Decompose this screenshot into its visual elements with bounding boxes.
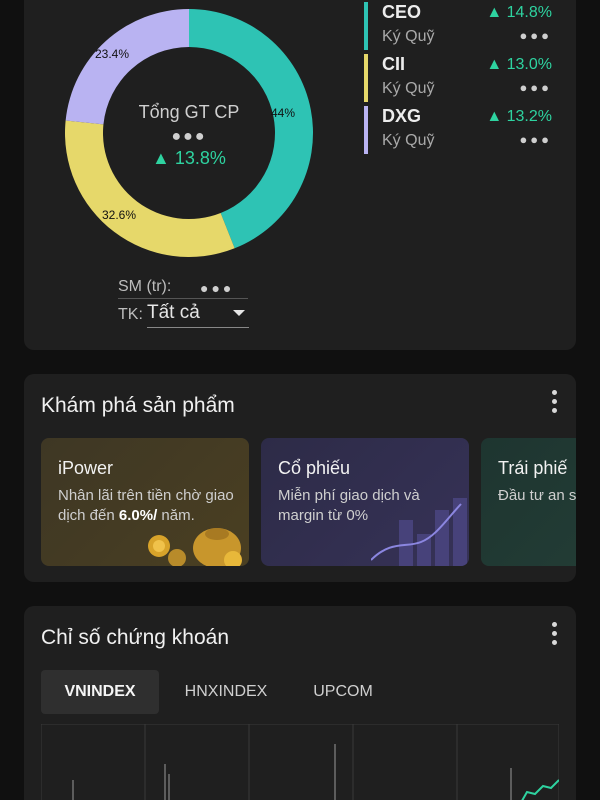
more-options-icon[interactable]: [552, 390, 558, 417]
stock-change: ▲ 14.8%: [486, 4, 552, 22]
stock-change: ▲ 13.0%: [486, 56, 552, 74]
product-card-ipower[interactable]: iPower Nhân lãi trên tiền chờ giao dịch …: [41, 438, 249, 566]
chevron-down-icon: [233, 310, 245, 316]
stock-change-value: 13.0%: [506, 56, 552, 73]
tab-hnxindex[interactable]: HNXINDEX: [167, 670, 285, 714]
growth-chart-icon: [371, 498, 467, 566]
stock-value-masked: ●●●: [519, 80, 552, 95]
tab-vnindex[interactable]: VNINDEX: [41, 670, 159, 714]
product-card-stock[interactable]: Cổ phiếu Miễn phí giao dịch và margin từ…: [261, 438, 469, 566]
tab-upcom[interactable]: UPCOM: [293, 670, 393, 714]
stock-row-ceo[interactable]: CEO Ký Quỹ ▲ 14.8% ●●●: [364, 2, 560, 50]
stock-code: CEO: [382, 2, 422, 22]
stock-row-cii[interactable]: CII Ký Quỹ ▲ 13.0% ●●●: [364, 54, 560, 102]
donut-label-1: 32.6%: [102, 208, 137, 222]
stock-margin-label: Ký Quỹ: [382, 80, 435, 97]
more-options-icon[interactable]: [552, 622, 558, 649]
market-index-card: Chỉ số chứng khoán VNINDEX HNXINDEX UPCO…: [24, 606, 576, 800]
product-desc: Đầu tư an sống an nh: [498, 487, 576, 504]
coins-icon: [148, 528, 242, 566]
chart-frame: [41, 724, 559, 800]
stock-change-value: 14.8%: [506, 4, 552, 21]
tk-label: TK:: [118, 306, 143, 323]
products-card: Khám phá sản phẩm iPower Nhân lãi trên t…: [24, 374, 576, 582]
market-index-title: Chỉ số chứng khoán: [41, 626, 230, 649]
sm-label: SM (tr):: [118, 278, 172, 295]
sm-divider: [118, 298, 248, 299]
arrow-up-icon: ▲: [152, 148, 170, 168]
stock-margin-label: Ký Quỹ: [382, 28, 435, 45]
stock-change-value: 13.2%: [506, 108, 552, 125]
product-card-bond[interactable]: Trái phiế Đầu tư an sống an nh: [481, 438, 576, 566]
product-title: iPower: [58, 458, 114, 478]
total-stock-value-title: Tổng GT CP: [138, 102, 240, 122]
account-select[interactable]: Tất cả: [147, 302, 249, 328]
donut-label-2: 23.4%: [95, 47, 130, 61]
total-stock-change-value: 13.8%: [174, 148, 226, 168]
sm-value-masked: ●●●: [200, 280, 235, 296]
stock-change: ▲ 13.2%: [486, 108, 552, 126]
stock-row-dxg[interactable]: DXG Ký Quỹ ▲ 13.2% ●●●: [364, 106, 560, 154]
arrow-up-icon: ▲: [486, 4, 507, 21]
product-title: Cổ phiếu: [278, 458, 351, 478]
product-title: Trái phiế: [498, 458, 568, 478]
stock-code: DXG: [382, 106, 422, 126]
total-stock-change: ▲ 13.8%: [99, 148, 279, 169]
stock-code: CII: [382, 54, 406, 74]
account-select-value: Tất cả: [147, 302, 200, 323]
stock-value-masked: ●●●: [519, 28, 552, 43]
stock-value-masked: ●●●: [519, 132, 552, 147]
total-stock-value-masked: ●●●: [171, 128, 207, 145]
products-title: Khám phá sản phẩm: [41, 394, 235, 417]
arrow-up-icon: ▲: [486, 108, 507, 125]
stock-margin-label: Ký Quỹ: [382, 132, 435, 149]
index-mini-chart[interactable]: [41, 724, 559, 800]
arrow-up-icon: ▲: [486, 56, 507, 73]
portfolio-card: 44% 32.6% 23.4% Tổng GT CP ●●● ▲ 13.8% S…: [24, 0, 576, 350]
